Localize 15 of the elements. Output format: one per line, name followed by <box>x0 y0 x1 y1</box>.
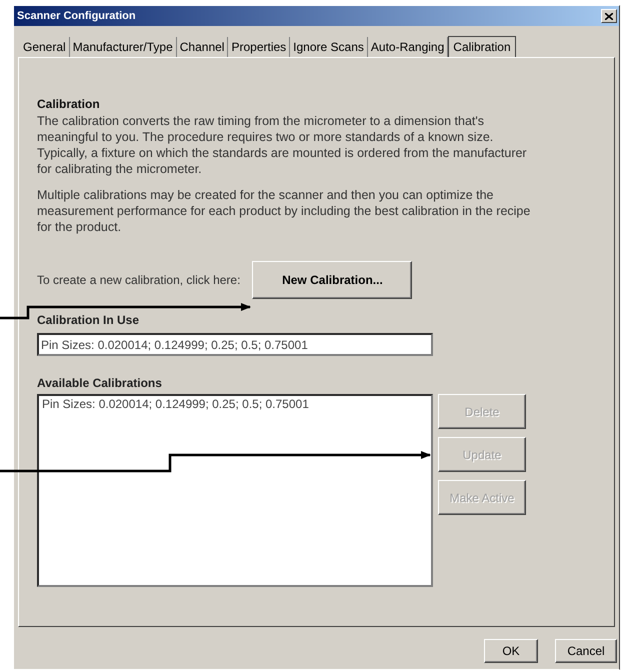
description-text: The calibration converts the raw timing from the micrometer to a dimension that's meaningful to you. The procedure requires two or more standards of a known size. Typically, a fixture on which the standards are mounted is ordered from the manufacturer for calibrating the micrometer. <box>37 113 528 177</box>
dialog-button[interactable]: OK <box>484 639 538 663</box>
dialog-button[interactable]: Cancel <box>555 639 617 663</box>
field-label: Calibration In Use <box>37 313 140 327</box>
create-prompt: To create a new calibration, click here: <box>37 273 240 287</box>
window-title: Scanner Configuration <box>17 10 136 22</box>
tab[interactable]: Auto-Ranging <box>368 37 448 57</box>
new-calibration-button[interactable]: New Calibration... <box>252 261 412 299</box>
description-text: Multiple calibrations may be created for the scanner and then you can optimize the measurement performance for each product by including the best calibration in the recipe for the product. <box>37 187 532 235</box>
calibrations-list[interactable]: Pin Sizes: 0.020014; 0.124999; 0.25; 0.5; 0.75001 <box>37 394 433 587</box>
section-title: Calibration <box>37 97 101 111</box>
calibration-in-use-field[interactable]: Pin Sizes: 0.020014; 0.124999; 0.25; 0.5; 0.75001 <box>37 333 433 356</box>
list-item[interactable]: Pin Sizes: 0.020014; 0.124999; 0.25; 0.5; 0.75001 <box>42 397 428 411</box>
tab[interactable]: Calibration <box>448 36 516 58</box>
field-label: Available Calibrations <box>37 376 163 390</box>
